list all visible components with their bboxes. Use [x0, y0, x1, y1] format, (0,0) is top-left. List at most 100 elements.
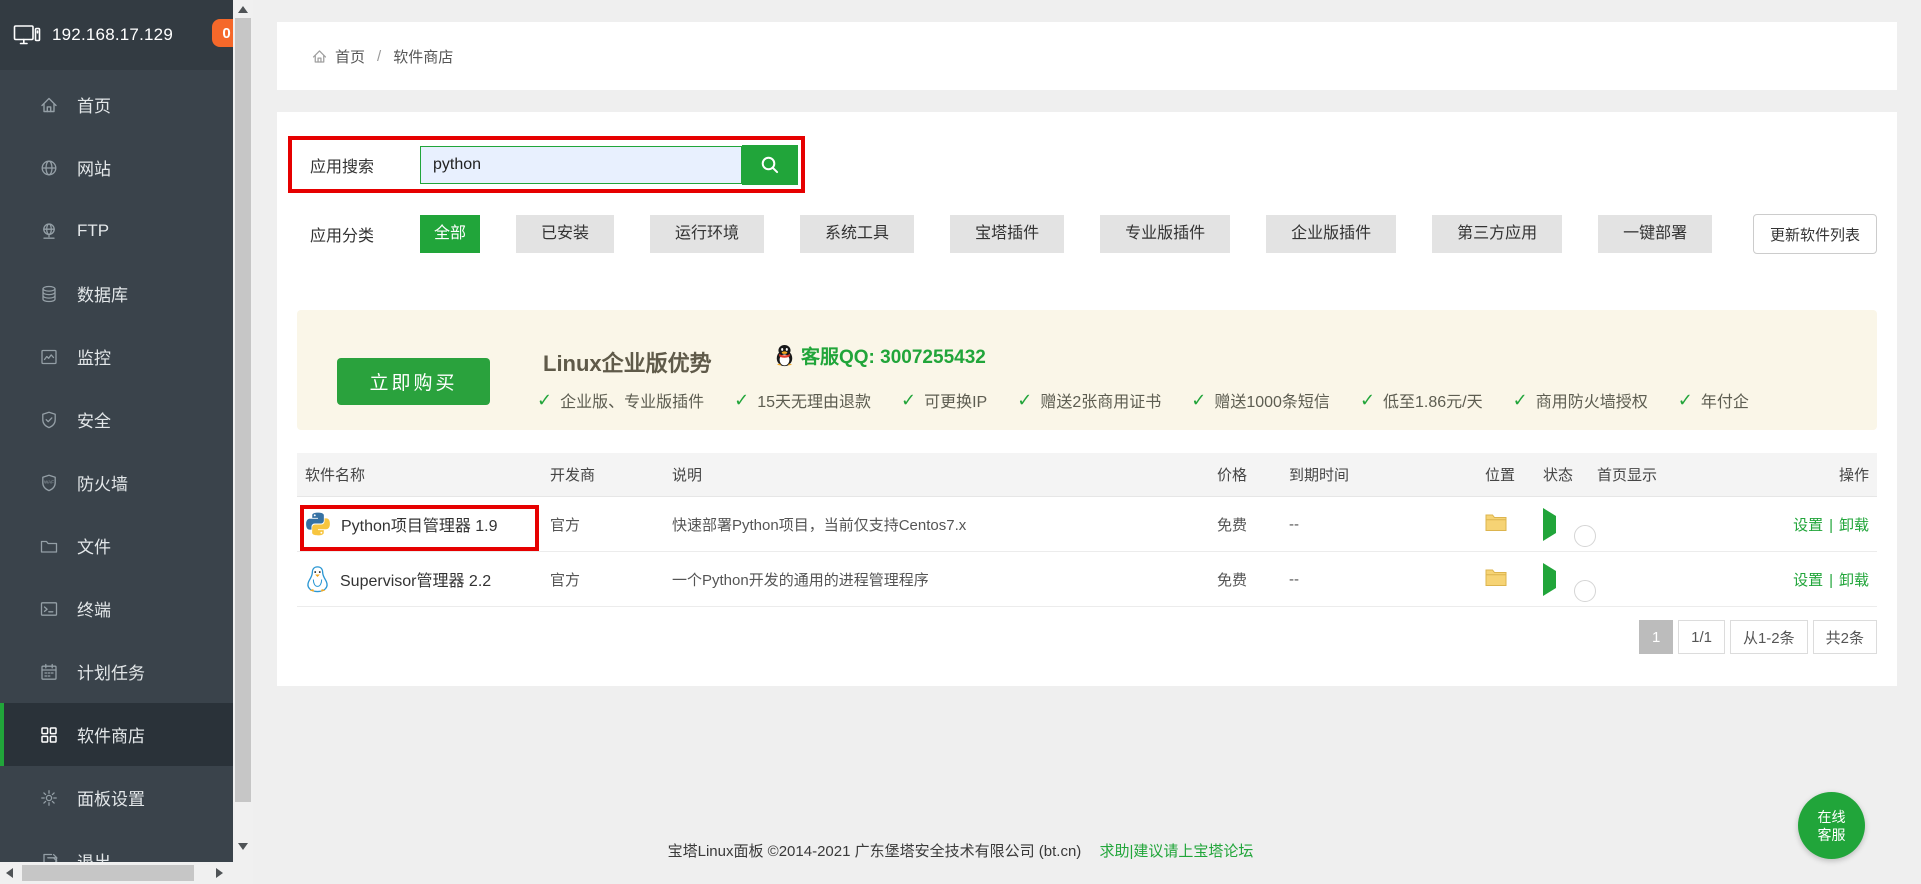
scroll-left-arrow[interactable] [6, 868, 13, 878]
col-name: 软件名称 [297, 464, 550, 485]
col-vendor: 开发商 [550, 464, 672, 485]
scroll-right-arrow[interactable] [216, 868, 223, 878]
breadcrumb-home-icon [311, 48, 328, 65]
settings-link[interactable]: 设置 [1793, 572, 1823, 589]
banner-title: Linux企业版优势 [543, 346, 712, 378]
tab-one-click[interactable]: 一键部署 [1598, 215, 1712, 253]
ftp-globe-icon [38, 220, 60, 242]
sidebar-item-ftp[interactable]: FTP [0, 199, 233, 262]
page-total: 共2条 [1813, 620, 1877, 654]
page-range: 从1-2条 [1730, 620, 1808, 654]
footer-forum-link[interactable]: 求助|建议请上宝塔论坛 [1099, 843, 1253, 860]
sidebar-item-label: 首页 [77, 92, 111, 117]
feature-item: ✓商用防火墙授权 [1513, 388, 1648, 412]
waf-shield-icon: WAF [38, 472, 60, 494]
server-info[interactable]: 192.168.17.129 [0, 0, 233, 70]
app-name[interactable]: Supervisor管理器 2.2 [340, 567, 491, 591]
check-icon: ✓ [1360, 390, 1375, 411]
sidebar-item-cron[interactable]: 计划任务 [0, 640, 233, 703]
feature-item: ✓年付企 [1678, 388, 1749, 412]
tab-thirdparty[interactable]: 第三方应用 [1432, 215, 1562, 253]
gear-icon [38, 787, 60, 809]
sidebar-item-label: 监控 [77, 344, 111, 369]
app-description: 一个Python开发的通用的进程管理程序 [672, 569, 1217, 590]
search-button[interactable] [742, 145, 798, 185]
check-icon: ✓ [901, 390, 916, 411]
action-divider: | [1829, 572, 1833, 589]
scrollbar-corner [233, 862, 253, 884]
buy-now-button[interactable]: 立即购买 [337, 358, 490, 405]
page-1-button[interactable]: 1 [1639, 620, 1673, 654]
col-expire: 到期时间 [1289, 464, 1485, 485]
breadcrumb-home-link[interactable]: 首页 [335, 46, 365, 67]
banner-qq: 客服QQ: 3007255432 [775, 342, 986, 369]
uninstall-link[interactable]: 卸载 [1839, 572, 1869, 589]
open-location-folder-icon[interactable] [1485, 513, 1507, 531]
search-input[interactable] [420, 146, 742, 184]
svg-text:WAF: WAF [44, 479, 54, 484]
server-ip: 192.168.17.129 [52, 25, 173, 45]
status-running-play-icon[interactable] [1543, 563, 1556, 596]
sidebar-item-label: 网站 [77, 155, 111, 180]
globe-icon [38, 157, 60, 179]
feature-text: 企业版、专业版插件 [560, 388, 704, 412]
app-grid-icon [38, 724, 60, 746]
feature-text: 低至1.86元/天 [1383, 388, 1483, 412]
scroll-down-arrow[interactable] [238, 843, 248, 850]
check-icon: ✓ [537, 390, 552, 411]
sidebar-item-home[interactable]: 首页 [0, 73, 233, 136]
software-store-panel: 应用搜索 应用分类 全部 已安装 运行环境 系统工具 宝塔插件 专业版插件 企业… [277, 112, 1897, 686]
tab-all[interactable]: 全部 [420, 215, 480, 253]
sidebar-item-monitor[interactable]: 监控 [0, 325, 233, 388]
col-desc: 说明 [672, 464, 1217, 485]
sidebar-menu: 首页 网站 FTP 数据库 监控 安全 WAF [0, 70, 233, 884]
horizontal-scroll-thumb[interactable] [22, 865, 194, 881]
sidebar-vertical-scrollbar[interactable] [233, 0, 253, 862]
footer-copyright: 宝塔Linux面板 ©2014-2021 广东堡塔安全技术有限公司 (bt.cn… [668, 843, 1082, 860]
uninstall-link[interactable]: 卸载 [1839, 517, 1869, 534]
python-logo-icon [305, 511, 331, 537]
sidebar-item-terminal[interactable]: 终端 [0, 577, 233, 640]
col-price: 价格 [1217, 464, 1289, 485]
tab-installed[interactable]: 已安装 [516, 215, 614, 253]
server-monitor-icon [13, 23, 41, 47]
tab-system-tools[interactable]: 系统工具 [800, 215, 914, 253]
tux-logo-icon [305, 565, 330, 594]
bt-panel-page: 192.168.17.129 0 首页 网站 FTP 数据库 监控 [0, 0, 1921, 884]
online-service-button[interactable]: 在线 客服 [1798, 792, 1865, 859]
vertical-scroll-thumb[interactable] [235, 18, 251, 802]
app-name[interactable]: Python项目管理器 1.9 [341, 512, 498, 536]
feature-item: ✓15天无理由退款 [734, 388, 871, 412]
table-row-python-manager: Python项目管理器 1.9 官方 快速部署Python项目，当前仅支持Cen… [297, 497, 1877, 552]
app-price: 免费 [1217, 569, 1289, 590]
app-price: 免费 [1217, 514, 1289, 535]
toggle-knob [1574, 580, 1596, 602]
sidebar-item-appstore[interactable]: 软件商店 [0, 703, 233, 766]
search-label: 应用搜索 [297, 153, 420, 177]
action-divider: | [1829, 517, 1833, 534]
sidebar-item-security[interactable]: 安全 [0, 388, 233, 451]
scroll-up-arrow[interactable] [238, 6, 248, 13]
monitor-chart-icon [38, 346, 60, 368]
status-running-play-icon[interactable] [1543, 508, 1556, 541]
sidebar-horizontal-scrollbar[interactable] [0, 862, 233, 884]
sidebar-item-database[interactable]: 数据库 [0, 262, 233, 325]
feature-item: ✓可更换IP [901, 388, 987, 412]
tab-pro-plugins[interactable]: 专业版插件 [1100, 215, 1230, 253]
settings-link[interactable]: 设置 [1793, 517, 1823, 534]
tab-bt-plugins[interactable]: 宝塔插件 [950, 215, 1064, 253]
tab-runtime[interactable]: 运行环境 [650, 215, 764, 253]
open-location-folder-icon[interactable] [1485, 568, 1507, 586]
sidebar-item-label: 面板设置 [77, 785, 145, 810]
update-software-list-button[interactable]: 更新软件列表 [1753, 214, 1877, 254]
sidebar-item-sites[interactable]: 网站 [0, 136, 233, 199]
sidebar-item-label: 防火墙 [77, 470, 128, 495]
app-vendor: 官方 [550, 569, 672, 590]
tab-enterprise-plugins[interactable]: 企业版插件 [1266, 215, 1396, 253]
sidebar-item-firewall[interactable]: WAF 防火墙 [0, 451, 233, 514]
sidebar-item-settings[interactable]: 面板设置 [0, 766, 233, 829]
app-description: 快速部署Python项目，当前仅支持Centos7.x [672, 514, 1217, 535]
sidebar-item-files[interactable]: 文件 [0, 514, 233, 577]
check-icon: ✓ [734, 390, 749, 411]
feature-text: 商用防火墙授权 [1536, 388, 1648, 412]
